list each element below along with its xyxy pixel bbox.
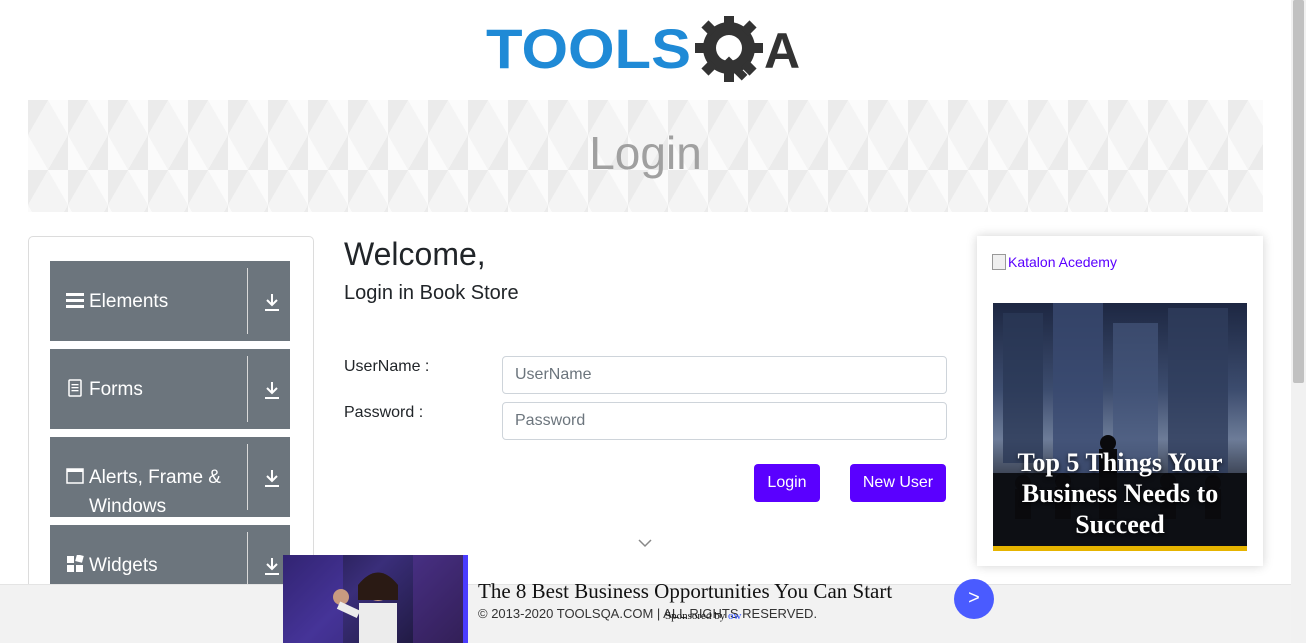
sidebar-group-label: Forms xyxy=(89,379,143,400)
header: TOOLS A xyxy=(0,0,1291,100)
ad-banner-image[interactable]: Top 5 Things Your Business Needs to Succ… xyxy=(993,303,1247,551)
login-button[interactable]: Login xyxy=(754,464,820,502)
document-icon xyxy=(68,379,82,397)
toolsqa-logo[interactable]: TOOLS A xyxy=(486,14,810,90)
ad-headline: The 8 Best Business Opportunities You Ca… xyxy=(478,579,893,603)
sponsored-by: Sponsored by ow xyxy=(665,610,741,622)
window-icon xyxy=(66,468,84,484)
sidebar-ad: Katalon Acedemy Top 5 Things Your Busine… xyxy=(977,236,1263,566)
ad-thumbnail xyxy=(283,555,468,643)
sponsored-prefix: Sponsored by xyxy=(665,610,726,622)
logo-a-text: A xyxy=(764,23,800,79)
divider xyxy=(247,356,248,422)
page-title: Login xyxy=(589,127,702,179)
download-icon[interactable] xyxy=(263,380,281,400)
username-input[interactable] xyxy=(502,356,947,394)
divider xyxy=(247,268,248,334)
new-user-button[interactable]: New User xyxy=(850,464,946,502)
ad-arrow-button[interactable]: > xyxy=(954,579,994,619)
katalon-alt-text: Katalon Acedemy xyxy=(1008,254,1117,270)
ad-accent-bar xyxy=(993,546,1247,551)
logo-tools-text: TOOLS xyxy=(486,17,691,80)
gear-icon xyxy=(695,14,763,82)
bottom-ad[interactable]: The 8 Best Business Opportunities You Ca… xyxy=(283,555,1003,643)
sidebar-group-elements[interactable]: Elements xyxy=(50,261,290,341)
sidebar: Elements Forms Alerts, Frame & Windows W… xyxy=(28,236,314,598)
password-input[interactable] xyxy=(502,402,947,440)
sidebar-group-alerts[interactable]: Alerts, Frame & Windows xyxy=(50,437,290,517)
scrollbar-thumb[interactable] xyxy=(1293,0,1304,383)
divider xyxy=(247,444,248,510)
page-scrollbar[interactable] xyxy=(1291,0,1306,643)
username-label: UserName : xyxy=(344,358,430,375)
sidebar-group-label: Alerts, Frame & Windows xyxy=(89,467,221,517)
sidebar-group-label: Elements xyxy=(89,291,169,312)
welcome-heading: Welcome, xyxy=(344,236,486,272)
download-icon[interactable] xyxy=(263,292,281,312)
chevron-down-icon[interactable] xyxy=(638,538,652,548)
sidebar-group-forms[interactable]: Forms xyxy=(50,349,290,429)
broken-image-icon xyxy=(992,254,1006,270)
hamburger-icon xyxy=(66,293,84,308)
ad-headline: Top 5 Things Your Business Needs to Succ… xyxy=(1017,448,1223,539)
download-icon[interactable] xyxy=(263,556,281,576)
widgets-icon xyxy=(67,555,84,572)
page-banner: Login xyxy=(28,100,1263,212)
login-subtitle: Login in Book Store xyxy=(344,282,519,304)
woman-celebrating-image xyxy=(283,555,463,643)
password-label: Password : xyxy=(344,404,424,421)
sponsored-brand: ow xyxy=(727,610,742,622)
sidebar-group-label: Widgets xyxy=(89,555,158,576)
katalon-ad-link[interactable]: Katalon Acedemy xyxy=(992,254,1117,270)
download-icon[interactable] xyxy=(263,468,281,488)
